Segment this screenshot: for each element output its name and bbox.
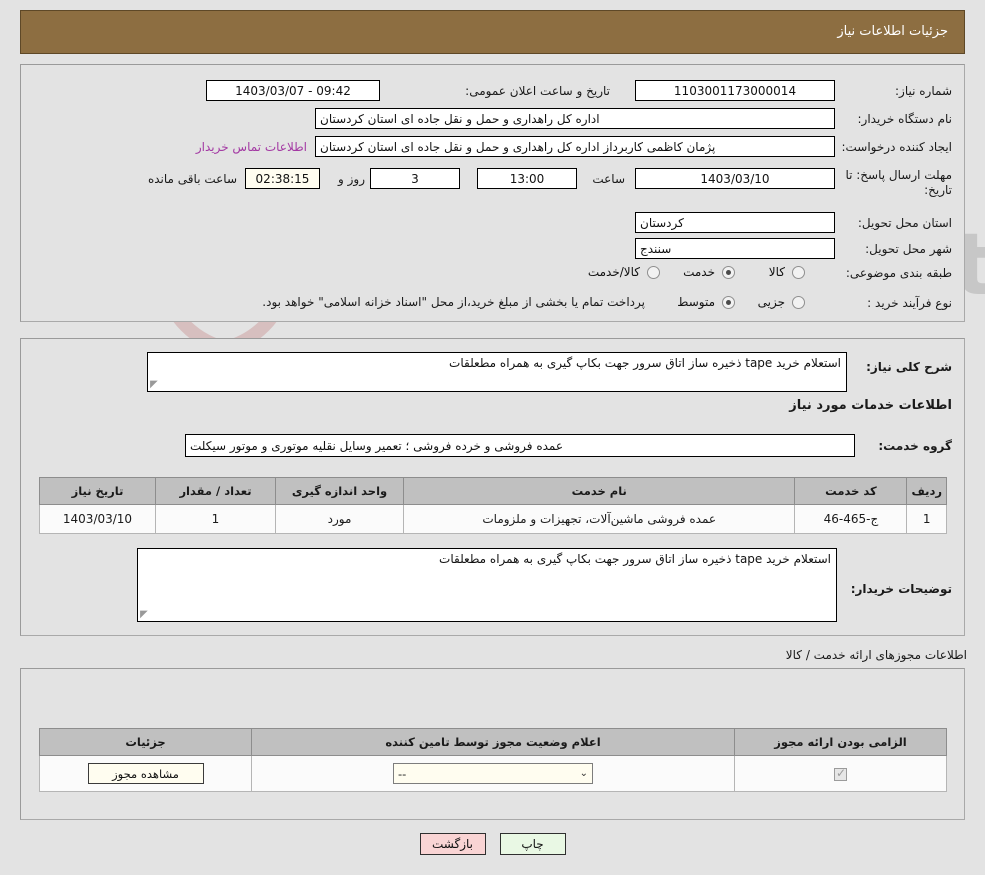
footer-button-bar: بازگشت چاپ — [0, 833, 985, 855]
buyer-notes-value: استعلام خرید tape ذخیره ساز اتاق سرور جه… — [439, 552, 831, 566]
remaining-days-value: 3 — [370, 168, 460, 189]
resize-grip-icon[interactable]: ◥ — [140, 609, 150, 620]
announce-datetime-value: 1403/03/07 - 09:42 — [206, 80, 380, 101]
deadline-label: مهلت ارسال پاسخ: تا تاریخ: — [845, 168, 952, 197]
permits-caption: اطلاعات مجوزهای ارائه خدمت / کالا — [785, 648, 967, 662]
radio-process-medium-label: متوسط — [677, 295, 715, 309]
table-row: 1 ج-465-46 عمده فروشی ماشین‌آلات، تجهیزا… — [39, 504, 947, 534]
th-unit: واحد اندازه گیری — [275, 477, 404, 505]
cell-service-code: ج-465-46 — [794, 504, 908, 534]
cell-need-date: 1403/03/10 — [39, 504, 156, 534]
radio-category-goods-label: کالا — [768, 265, 785, 279]
city-label: شهر محل تحویل: — [865, 242, 952, 256]
radio-category-service-label: خدمت — [683, 265, 715, 279]
cell-row-no: 1 — [906, 504, 947, 534]
province-value: کردستان — [635, 212, 835, 233]
process-note: پرداخت تمام یا بخشی از مبلغ خرید،از محل … — [262, 295, 645, 309]
view-permit-button[interactable]: مشاهده مجوز — [87, 763, 204, 784]
buyer-notes-label: توضیحات خریدار: — [850, 582, 952, 596]
creator-value: پژمان کاظمی کاربرداز اداره کل راهداری و … — [315, 136, 835, 157]
print-button[interactable]: چاپ — [499, 833, 566, 855]
cell-service-name: عمده فروشی ماشین‌آلات، تجهیزات و ملزومات — [402, 504, 796, 534]
permit-status-select[interactable]: ⌄ -- — [393, 763, 593, 784]
permit-required-checkbox — [834, 766, 847, 781]
radio-category-goods[interactable] — [792, 266, 805, 279]
deadline-date-value: 1403/03/10 — [635, 168, 835, 189]
chevron-down-icon: ⌄ — [579, 768, 588, 779]
th-permit-status: اعلام وضعیت مجوز توسط تامین کننده — [251, 728, 735, 756]
buyer-org-label: نام دستگاه خریدار: — [857, 112, 953, 126]
th-service-name: نام خدمت — [402, 477, 796, 505]
description-value: استعلام خرید tape ذخیره ساز اتاق سرور جه… — [449, 356, 841, 370]
radio-process-minor[interactable] — [792, 296, 805, 309]
resize-grip-icon[interactable]: ◥ — [150, 379, 160, 390]
th-permit-details: جزئیات — [39, 728, 252, 756]
cell-permit-details: مشاهده مجوز — [39, 755, 252, 792]
description-label: شرح کلی نیاز: — [866, 360, 952, 374]
need-number-label: شماره نیاز: — [895, 84, 952, 98]
deadline-hour-label: ساعت — [592, 172, 625, 186]
cell-unit: مورد — [275, 504, 404, 534]
th-row-no: ردیف — [906, 477, 947, 505]
need-summary-panel — [20, 64, 965, 322]
permits-table: الزامی بودن ارائه مجوز اعلام وضعیت مجوز … — [39, 728, 947, 792]
need-number-value: 1103001173000014 — [635, 80, 835, 101]
service-group-value: عمده فروشی و خرده فروشی ؛ تعمیر وسایل نق… — [185, 434, 855, 457]
cell-permit-status: ⌄ -- — [251, 755, 735, 792]
cell-quantity: 1 — [155, 504, 276, 534]
buyer-notes-textarea[interactable]: استعلام خرید tape ذخیره ساز اتاق سرور جه… — [137, 548, 837, 622]
services-table: ردیف کد خدمت نام خدمت واحد اندازه گیری ت… — [39, 477, 947, 534]
service-group-label: گروه خدمت: — [878, 439, 952, 453]
radio-category-goods-service[interactable] — [647, 266, 660, 279]
city-value: سنندج — [635, 238, 835, 259]
services-table-header-row: ردیف کد خدمت نام خدمت واحد اندازه گیری ت… — [39, 477, 947, 505]
buyer-org-value: اداره کل راهداری و حمل و نقل جاده ای است… — [315, 108, 835, 129]
table-row: ⌄ -- مشاهده مجوز — [39, 755, 947, 792]
th-need-date: تاریخ نیاز — [39, 477, 156, 505]
deadline-time-value: 13:00 — [477, 168, 577, 189]
th-quantity: تعداد / مقدار — [155, 477, 276, 505]
countdown-label: ساعت باقی مانده — [147, 172, 237, 186]
th-service-code: کد خدمت — [794, 477, 908, 505]
radio-category-goods-service-label: کالا/خدمت — [587, 265, 640, 279]
th-permit-required: الزامی بودن ارائه مجوز — [734, 728, 947, 756]
services-heading: اطلاعات خدمات مورد نیاز — [789, 398, 952, 413]
page-title: جزئیات اطلاعات نیاز — [837, 24, 948, 39]
description-textarea[interactable]: استعلام خرید tape ذخیره ساز اتاق سرور جه… — [147, 352, 847, 392]
process-label: نوع فرآیند خرید : — [867, 296, 952, 310]
province-label: استان محل تحویل: — [857, 216, 952, 230]
page-title-bar: جزئیات اطلاعات نیاز — [20, 10, 965, 54]
page-root: AriaTender.net جزئیات اطلاعات نیاز شماره… — [0, 0, 985, 875]
countdown-value: 02:38:15 — [245, 168, 320, 189]
permit-status-value: -- — [398, 766, 407, 781]
radio-process-minor-label: جزیی — [757, 295, 785, 309]
back-button[interactable]: بازگشت — [419, 833, 486, 855]
cell-permit-required — [734, 755, 947, 792]
announce-datetime-label: تاریخ و ساعت اعلان عمومی: — [465, 84, 610, 98]
radio-category-service[interactable] — [722, 266, 735, 279]
buyer-contact-link[interactable]: اطلاعات تماس خریدار — [196, 140, 307, 154]
permits-table-header-row: الزامی بودن ارائه مجوز اعلام وضعیت مجوز … — [39, 728, 947, 756]
remaining-days-label: روز و — [338, 172, 365, 186]
radio-process-medium[interactable] — [722, 296, 735, 309]
category-label: طبقه بندی موضوعی: — [845, 266, 952, 280]
